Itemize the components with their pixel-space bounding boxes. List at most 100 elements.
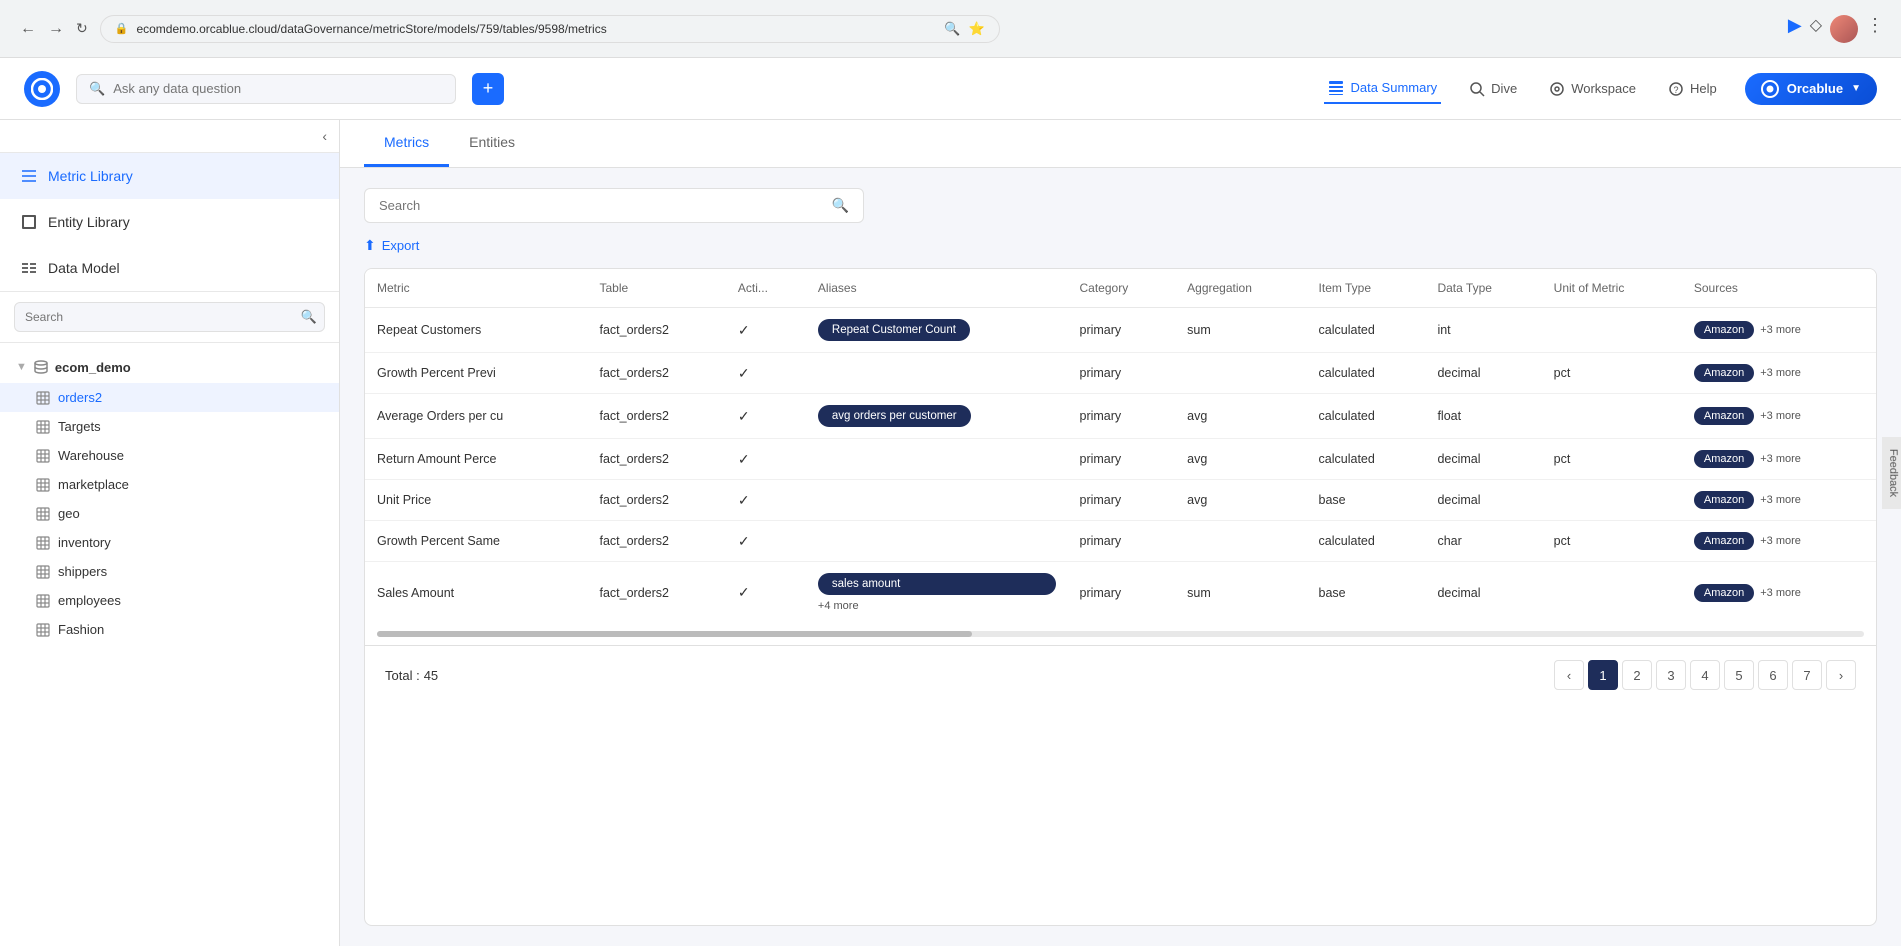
tab-entities[interactable]: Entities bbox=[449, 120, 535, 167]
tree-area: ▼ ecom_demo orders2 Targets Warehouse ma… bbox=[0, 343, 339, 946]
alias-badge: Repeat Customer Count bbox=[818, 319, 970, 341]
cell-aliases: Repeat Customer Count bbox=[806, 308, 1068, 353]
tree-item-marketplace[interactable]: marketplace bbox=[0, 470, 339, 499]
table-row[interactable]: Return Amount Perce fact_orders2 ✓ prima… bbox=[365, 439, 1876, 480]
forward-button[interactable]: → bbox=[44, 16, 68, 42]
nav-data-summary[interactable]: Data Summary bbox=[1324, 74, 1441, 104]
data-model-icon bbox=[20, 259, 38, 277]
back-button[interactable]: ← bbox=[16, 16, 40, 42]
nav-dive[interactable]: Dive bbox=[1465, 75, 1521, 103]
extension-icon-1[interactable]: ▶ bbox=[1788, 15, 1802, 43]
cell-active: ✓ bbox=[726, 521, 806, 562]
sidebar-item-data-model[interactable]: Data Model bbox=[0, 245, 339, 291]
cell-unit bbox=[1542, 308, 1682, 353]
page-button-1[interactable]: 1 bbox=[1588, 660, 1618, 690]
export-icon: ⬆ bbox=[364, 237, 376, 254]
page-button-5[interactable]: 5 bbox=[1724, 660, 1754, 690]
col-category: Category bbox=[1068, 269, 1176, 308]
table-row[interactable]: Repeat Customers fact_orders2 ✓ Repeat C… bbox=[365, 308, 1876, 353]
table-row[interactable]: Average Orders per cu fact_orders2 ✓ avg… bbox=[365, 394, 1876, 439]
tab-metrics[interactable]: Metrics bbox=[364, 120, 449, 167]
tree-item-employees[interactable]: employees bbox=[0, 586, 339, 615]
page-button-7[interactable]: 7 bbox=[1792, 660, 1822, 690]
page-button-4[interactable]: 4 bbox=[1690, 660, 1720, 690]
sidebar-item-entity-library[interactable]: Entity Library bbox=[0, 199, 339, 245]
metric-library-label: Metric Library bbox=[48, 168, 133, 184]
more-sources: +3 more bbox=[1760, 453, 1801, 465]
cell-active: ✓ bbox=[726, 353, 806, 394]
cell-table: fact_orders2 bbox=[587, 439, 725, 480]
add-button[interactable]: + bbox=[472, 73, 504, 105]
tree-item-inventory[interactable]: inventory bbox=[0, 528, 339, 557]
tree-item-shippers[interactable]: shippers bbox=[0, 557, 339, 586]
horizontal-scrollbar[interactable] bbox=[365, 623, 1876, 645]
entity-library-icon bbox=[20, 213, 38, 231]
tree-item-warehouse[interactable]: Warehouse bbox=[0, 441, 339, 470]
alias-badge-sales: sales amount bbox=[818, 573, 1056, 595]
col-active: Acti... bbox=[726, 269, 806, 308]
export-row[interactable]: ⬆ Export bbox=[364, 237, 1877, 254]
table-grid-icon-marketplace bbox=[36, 478, 50, 492]
cell-table: fact_orders2 bbox=[587, 308, 725, 353]
sidebar: ‹ Metric Library Entity Library Data Mod… bbox=[0, 120, 340, 946]
extension-icon-3[interactable] bbox=[1830, 15, 1858, 43]
cell-sources: Amazon +3 more bbox=[1682, 480, 1876, 521]
collapse-button[interactable]: ‹ bbox=[322, 128, 327, 144]
browser-chrome: ← → ↻ 🔒 ecomdemo.orcablue.cloud/dataGove… bbox=[0, 0, 1901, 58]
entity-library-label: Entity Library bbox=[48, 214, 130, 230]
extension-icon-2[interactable]: ◇ bbox=[1810, 15, 1822, 43]
global-search-input[interactable] bbox=[113, 81, 443, 96]
next-page-button[interactable]: › bbox=[1826, 660, 1856, 690]
workspace-icon bbox=[1549, 81, 1565, 97]
tree-root-ecom-demo[interactable]: ▼ ecom_demo bbox=[0, 351, 339, 383]
metrics-search-icon: 🔍 bbox=[832, 197, 849, 214]
sidebar-header: ‹ bbox=[0, 120, 339, 153]
cell-aliases bbox=[806, 521, 1068, 562]
cell-metric: Average Orders per cu bbox=[365, 394, 587, 439]
page-button-6[interactable]: 6 bbox=[1758, 660, 1788, 690]
nav-workspace[interactable]: Workspace bbox=[1545, 75, 1640, 103]
table-row[interactable]: Sales Amount fact_orders2 ✓ sales amount… bbox=[365, 562, 1876, 624]
tree-item-orders2-label: orders2 bbox=[58, 390, 102, 405]
page-button-2[interactable]: 2 bbox=[1622, 660, 1652, 690]
cell-aliases bbox=[806, 439, 1068, 480]
cell-metric: Unit Price bbox=[365, 480, 587, 521]
nav-help[interactable]: ? Help bbox=[1664, 75, 1721, 103]
help-icon: ? bbox=[1668, 81, 1684, 97]
cell-aliases: avg orders per customer bbox=[806, 394, 1068, 439]
cell-aggregation bbox=[1175, 353, 1306, 394]
menu-icon[interactable]: ⋮ bbox=[1866, 15, 1885, 43]
prev-page-button[interactable]: ‹ bbox=[1554, 660, 1584, 690]
tree-item-fashion[interactable]: Fashion bbox=[0, 615, 339, 644]
tree-item-orders2[interactable]: orders2 bbox=[0, 383, 339, 412]
cell-active: ✓ bbox=[726, 562, 806, 624]
brand-button[interactable]: Orcablue ▼ bbox=[1745, 73, 1877, 105]
sidebar-search-input[interactable] bbox=[14, 302, 325, 332]
feedback-tab[interactable]: Feedback bbox=[1882, 437, 1901, 509]
tree-item-targets[interactable]: Targets bbox=[0, 412, 339, 441]
tree-item-marketplace-label: marketplace bbox=[58, 477, 129, 492]
table-row[interactable]: Growth Percent Same fact_orders2 ✓ prima… bbox=[365, 521, 1876, 562]
table-row[interactable]: Unit Price fact_orders2 ✓ primary avg ba… bbox=[365, 480, 1876, 521]
sidebar-item-metric-library[interactable]: Metric Library bbox=[0, 153, 339, 199]
active-check-icon: ✓ bbox=[738, 408, 750, 424]
cell-sources: Amazon +3 more bbox=[1682, 562, 1876, 624]
sidebar-search-area: 🔍 bbox=[0, 292, 339, 343]
metrics-search-input[interactable] bbox=[379, 198, 824, 213]
nav-help-label: Help bbox=[1690, 81, 1717, 96]
tree-item-geo[interactable]: geo bbox=[0, 499, 339, 528]
more-sources: +3 more bbox=[1760, 324, 1801, 336]
metrics-table: Metric Table Acti... Aliases Category Ag… bbox=[365, 269, 1876, 623]
cell-category: primary bbox=[1068, 562, 1176, 624]
cell-active: ✓ bbox=[726, 439, 806, 480]
table-row[interactable]: Growth Percent Previ fact_orders2 ✓ prim… bbox=[365, 353, 1876, 394]
refresh-button[interactable]: ↻ bbox=[72, 16, 92, 42]
cell-aggregation: avg bbox=[1175, 439, 1306, 480]
url-bar[interactable]: ecomdemo.orcablue.cloud/dataGovernance/m… bbox=[136, 22, 936, 36]
amazon-badge: Amazon bbox=[1694, 450, 1754, 468]
global-search-bar[interactable]: 🔍 bbox=[76, 74, 456, 104]
metrics-search-bar[interactable]: 🔍 bbox=[364, 188, 864, 223]
database-icon bbox=[33, 359, 49, 375]
page-button-3[interactable]: 3 bbox=[1656, 660, 1686, 690]
cell-sources: Amazon +3 more bbox=[1682, 439, 1876, 480]
